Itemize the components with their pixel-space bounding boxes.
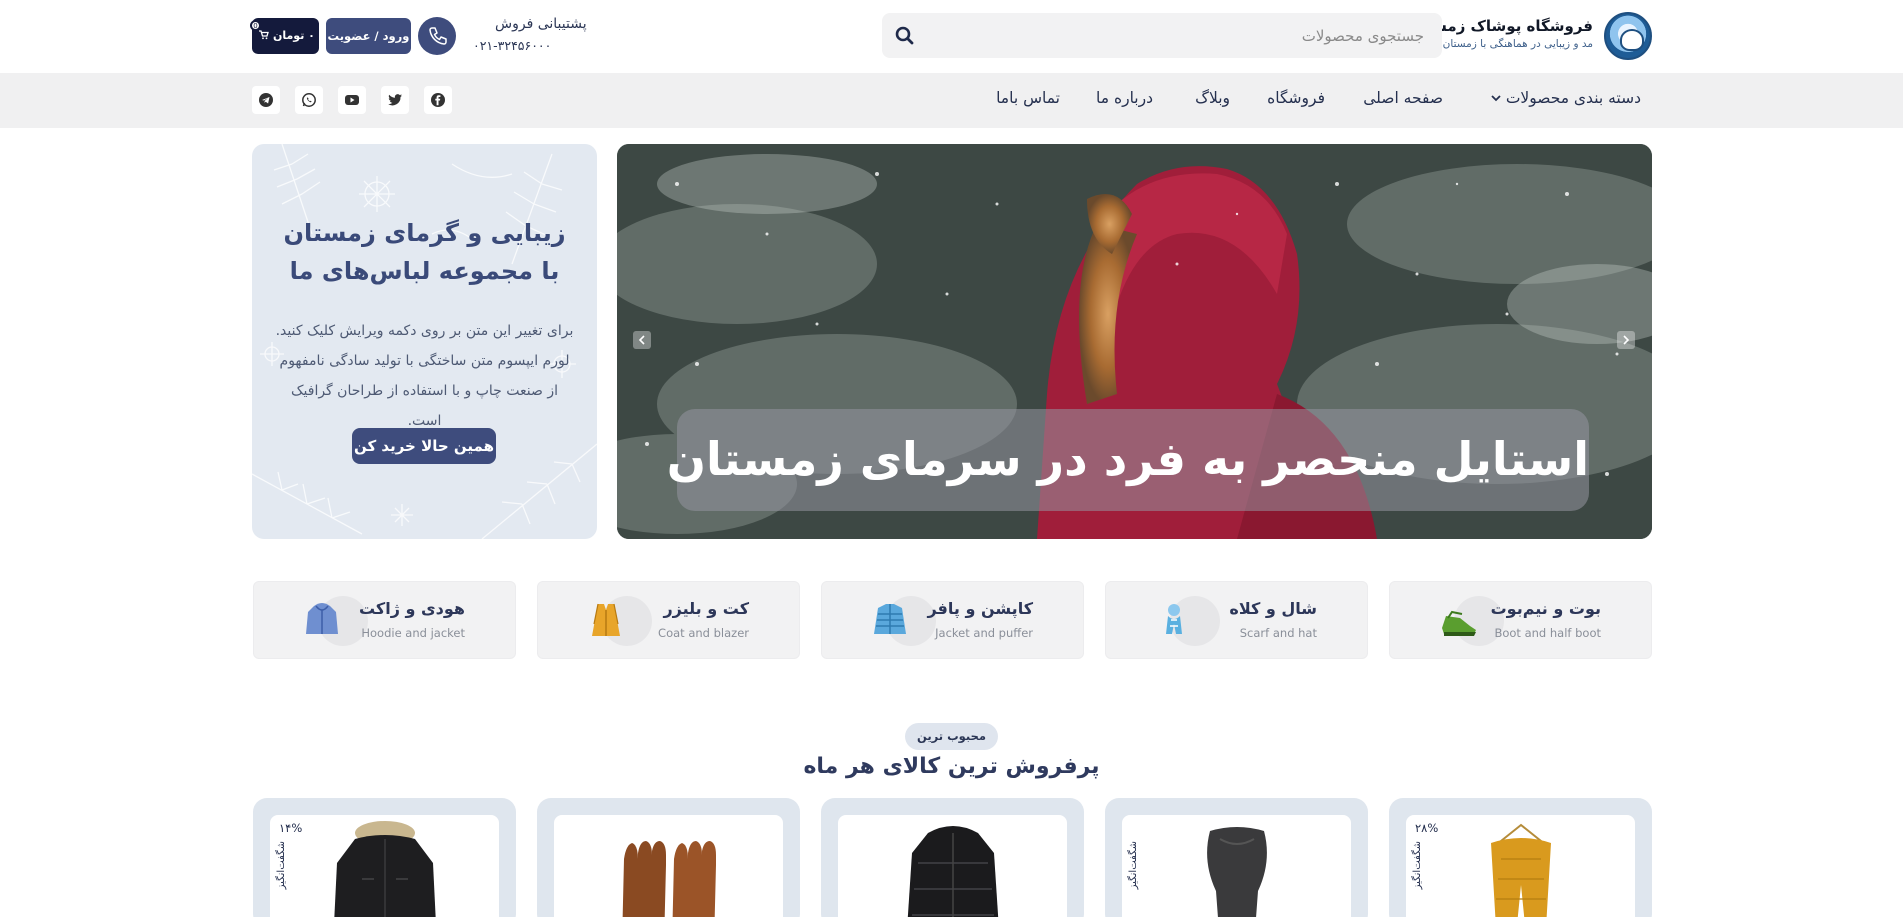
shop-now-button[interactable]: همین حالا خرید کن: [352, 428, 496, 464]
search-input[interactable]: [944, 13, 1424, 58]
slider-next-arrow[interactable]: [1617, 331, 1635, 349]
product-image-frame: ۱۴% شگفت‌انگیز: [270, 815, 499, 917]
discount-badge: ۱۴%: [279, 821, 303, 835]
category-subtitle: Hoodie and jacket: [361, 626, 465, 640]
facebook-icon[interactable]: [424, 86, 452, 114]
product-image-frame: [838, 815, 1067, 917]
nav-contact[interactable]: تماس باما: [996, 89, 1060, 107]
product-card[interactable]: [537, 798, 800, 917]
nav-shop[interactable]: فروشگاه: [1267, 89, 1325, 107]
nav-home[interactable]: صفحه اصلی: [1363, 89, 1443, 107]
store-logo[interactable]: [1604, 12, 1652, 60]
cart-count-badge: 0: [250, 20, 261, 31]
category-subtitle: Jacket and puffer: [935, 626, 1033, 640]
puffer-icon: [874, 604, 906, 634]
leather-gloves-image: [622, 841, 716, 917]
product-image-frame: شگفت‌انگیز: [1122, 815, 1351, 917]
category-puffer[interactable]: کاپشن و پافر Jacket and puffer: [821, 581, 1084, 659]
category-coat[interactable]: کت و بلیزر Coat and blazer: [537, 581, 800, 659]
special-offer-label: شگفت‌انگیز: [1412, 841, 1423, 890]
category-boots[interactable]: بوت و نیم‌بوت Boot and half boot: [1389, 581, 1652, 659]
promo-title: زیبایی و گرمای زمستان با مجموعه لباس‌های…: [283, 219, 566, 285]
scarf-icon: [1166, 604, 1182, 634]
support-label: پشتیبانی فروش: [495, 16, 587, 32]
telegram-icon[interactable]: [252, 86, 280, 114]
black-puffer-image: [907, 826, 999, 917]
nav-categories-label: دسته بندی محصولات: [1505, 89, 1641, 107]
twitter-icon[interactable]: [381, 86, 409, 114]
nav-categories[interactable]: دسته بندی محصولات: [1491, 89, 1641, 107]
special-offer-label: شگفت‌انگیز: [276, 841, 287, 890]
product-card[interactable]: ۲۸% شگفت‌انگیز: [1389, 798, 1652, 917]
section-title: پرفروش ترین کالای هر ماه: [803, 754, 1100, 779]
promo-text: برای تغییر این متن بر روی دکمه ویرایش کل…: [275, 323, 574, 429]
category-title: بوت و نیم‌بوت: [1490, 599, 1601, 618]
section-badge: محبوب ترین: [905, 723, 998, 750]
hero-slider[interactable]: استایل منحصر به فرد در سرمای زمستان: [617, 144, 1652, 539]
category-subtitle: Coat and blazer: [658, 626, 749, 640]
product-image-frame: ۲۸% شگفت‌انگیز: [1406, 815, 1635, 917]
category-title: هودی و ژاکت: [358, 599, 465, 618]
nav-about[interactable]: درباره ما: [1096, 89, 1153, 107]
category-subtitle: Scarf and hat: [1239, 626, 1317, 640]
hoodie-icon: [306, 603, 338, 634]
category-scarf[interactable]: شال و کلاه Scarf and hat: [1105, 581, 1368, 659]
boot-icon: [1442, 610, 1476, 636]
cart-icon: [259, 30, 269, 40]
category-subtitle: Boot and half boot: [1494, 626, 1601, 640]
dark-scarf-image: [1207, 827, 1267, 917]
slider-prev-arrow[interactable]: [633, 331, 651, 349]
product-image-frame: [554, 815, 783, 917]
site-header: فروشگاه پوشاک زمستانه مد و زیبایی در هما…: [0, 0, 1903, 73]
category-title: کت و بلیزر: [663, 599, 749, 618]
support-phone[interactable]: ۰۲۱-۳۲۴۵۶۰۰۰: [473, 38, 551, 53]
category-hoodie[interactable]: هودی و ژاکت Hoodie and jacket: [253, 581, 516, 659]
main-nav: دسته بندی محصولات صفحه اصلی فروشگاه وبلا…: [0, 73, 1903, 128]
yellow-scarf-image: [1491, 823, 1551, 917]
phone-icon[interactable]: [418, 17, 456, 55]
search-icon[interactable]: [892, 23, 918, 49]
cart-total: ۰ تومان: [272, 29, 315, 42]
brand-subtitle: مد و زیبایی در هماهنگی با زمستان: [1442, 38, 1593, 50]
product-card[interactable]: ۱۴% شگفت‌انگیز: [253, 798, 516, 917]
youtube-icon[interactable]: [338, 86, 366, 114]
nav-blog[interactable]: وبلاگ: [1195, 89, 1230, 107]
black-parka-image: [334, 821, 436, 917]
coat-icon: [592, 603, 620, 636]
chevron-down-icon: [1491, 95, 1501, 102]
search-bar: [882, 13, 1442, 58]
whatsapp-icon[interactable]: [295, 86, 323, 114]
slider-caption: استایل منحصر به فرد در سرمای زمستان: [666, 432, 1589, 486]
category-title: شال و کلاه: [1229, 599, 1317, 618]
discount-badge: ۲۸%: [1415, 821, 1439, 835]
cart-button[interactable]: ۰ تومان: [252, 18, 319, 54]
category-title: کاپشن و پافر: [927, 599, 1033, 618]
product-card[interactable]: شگفت‌انگیز: [1105, 798, 1368, 917]
login-register-button[interactable]: ورود / عضویت: [326, 18, 411, 54]
special-offer-label: شگفت‌انگیز: [1128, 841, 1139, 890]
product-card[interactable]: [821, 798, 1084, 917]
